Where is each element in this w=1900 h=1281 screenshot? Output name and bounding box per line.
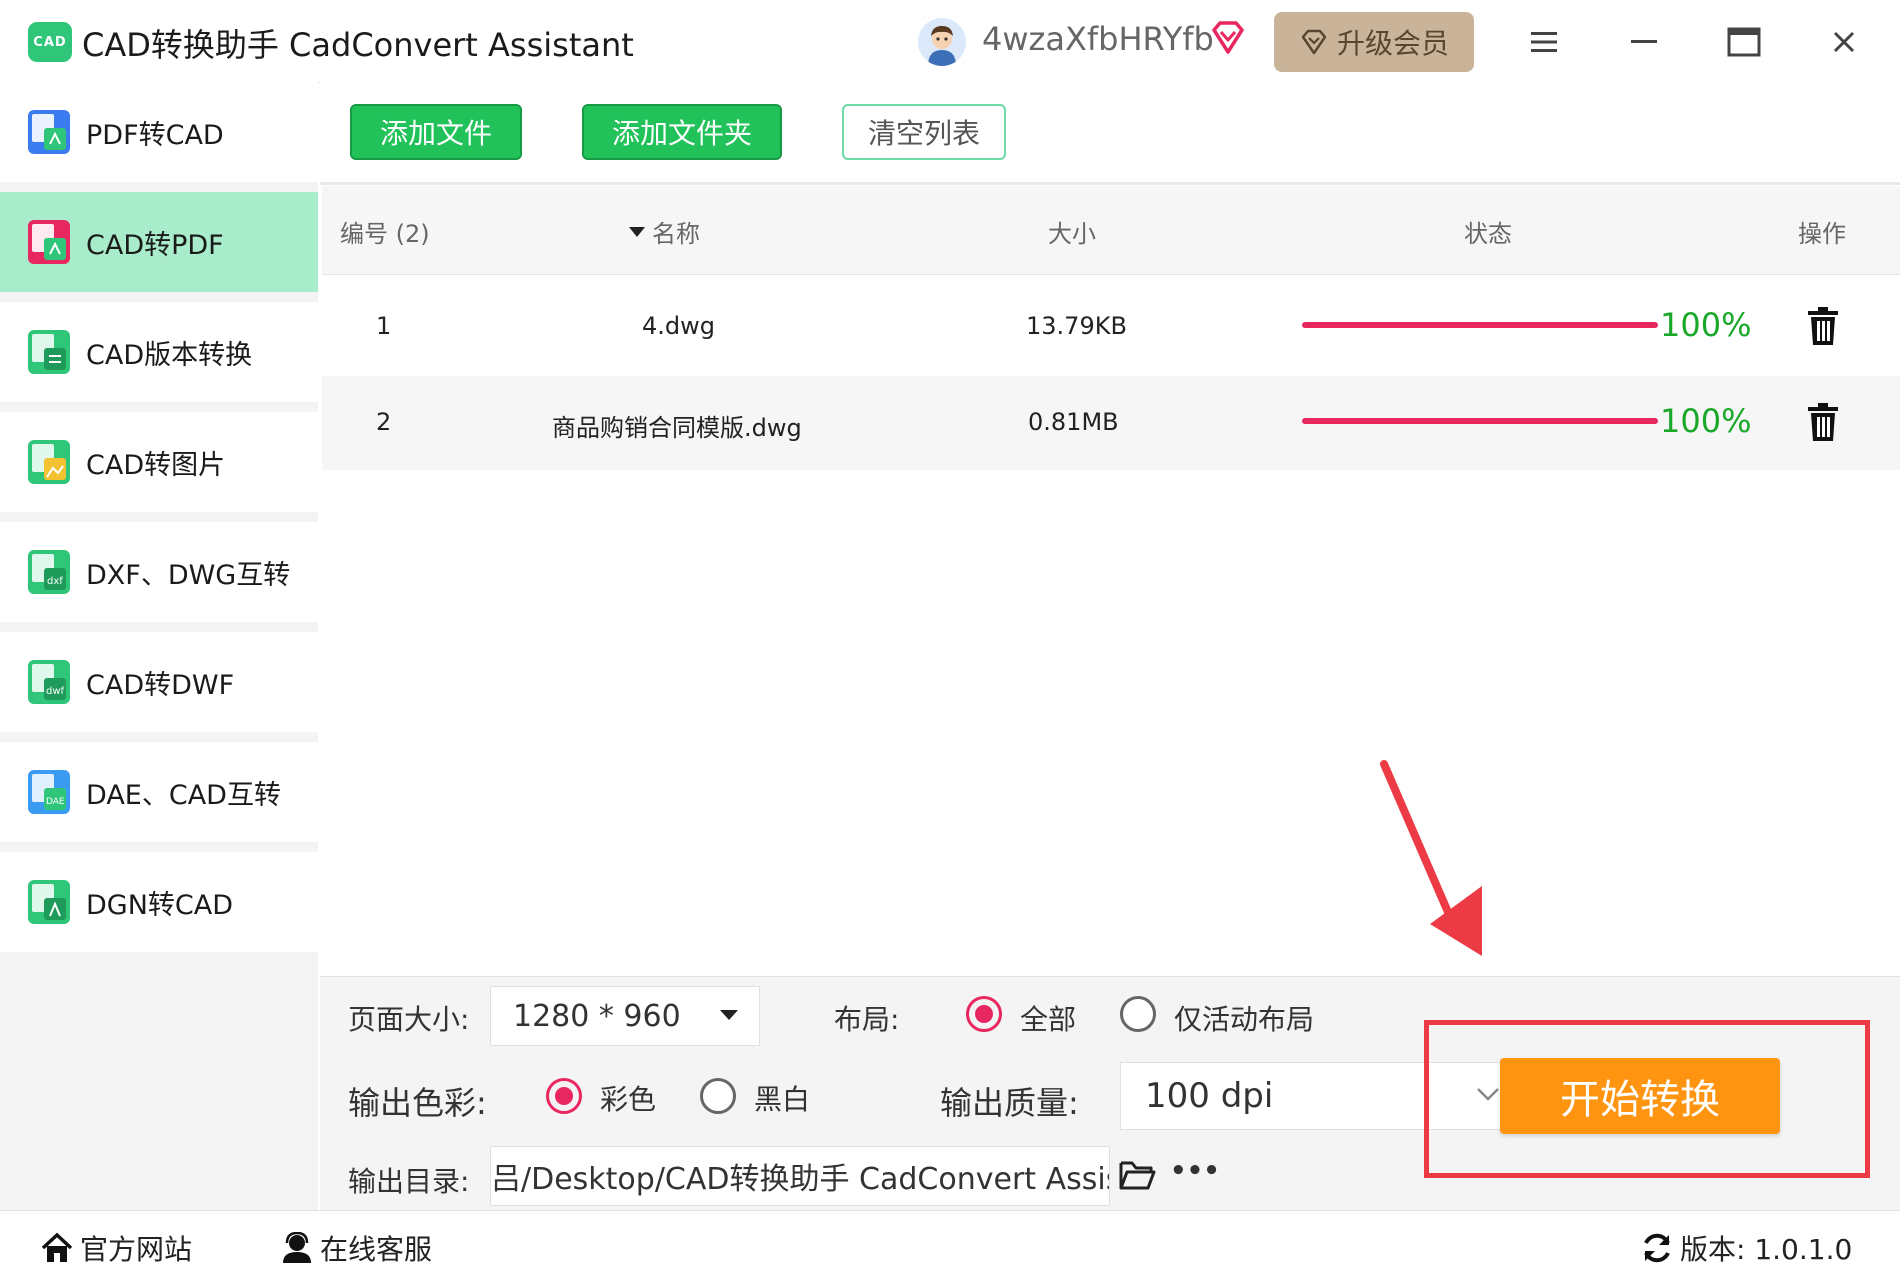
table-header (322, 186, 1900, 275)
chevron-down-icon (720, 1010, 738, 1020)
cad-to-image-icon (28, 440, 70, 484)
layout-all-radio[interactable] (966, 996, 1002, 1032)
output-dir-label: 输出目录: (348, 1165, 470, 1198)
row-file-name: 商品购销合同模版.dwg (552, 414, 802, 442)
output-color-label: 输出色彩: (348, 1084, 487, 1122)
sidebar: PDF转CAD CAD转PDF CAD版本转换 CAD转图片 dxf DXF、D… (0, 82, 318, 1210)
color-bw-label[interactable]: 黑白 (754, 1078, 810, 1118)
app-logo: CAD (28, 22, 72, 62)
column-header-status: 状态 (1464, 220, 1512, 248)
sidebar-item-label: CAD转PDF (86, 229, 224, 261)
cad-to-pdf-icon (28, 220, 70, 264)
menu-icon[interactable] (1522, 20, 1566, 64)
username[interactable]: 4wzaXfbHRYfb (982, 20, 1214, 58)
svg-text:dwf: dwf (46, 686, 65, 697)
sidebar-item-dgn-to-cad[interactable]: DGN转CAD (0, 852, 318, 952)
progress-bar (1302, 322, 1658, 328)
column-header-name[interactable]: 名称 (628, 214, 700, 249)
version-info[interactable]: 版本: 1.0.1.0 (1640, 1228, 1852, 1268)
clear-list-button[interactable]: 清空列表 (842, 104, 1006, 160)
color-color-label[interactable]: 彩色 (600, 1078, 656, 1118)
vip-diamond-icon (1301, 29, 1327, 55)
sidebar-item-cad-to-pdf[interactable]: CAD转PDF (0, 192, 318, 292)
online-support-label: 在线客服 (320, 1233, 433, 1266)
dgn-to-cad-icon (28, 880, 70, 924)
color-color-radio[interactable] (546, 1078, 582, 1114)
delete-trash-icon[interactable] (1806, 402, 1840, 442)
dae-cad-icon: DAE (28, 770, 70, 814)
sidebar-item-label: CAD转图片 (86, 449, 226, 481)
column-header-name-label: 名称 (652, 220, 700, 248)
color-bw-radio[interactable] (700, 1078, 736, 1114)
sidebar-item-cad-to-dwf[interactable]: dwf CAD转DWF (0, 632, 318, 732)
upgrade-vip-button[interactable]: 升级会员 (1274, 12, 1474, 72)
output-quality-label: 输出质量: (940, 1084, 1079, 1122)
toolbar (320, 82, 1900, 185)
upgrade-label: 升级会员 (1336, 27, 1449, 60)
sidebar-item-cad-to-image[interactable]: CAD转图片 (0, 412, 318, 512)
column-header-number[interactable]: 编号 (2) (340, 214, 430, 249)
quality-value: 100 dpi (1145, 1076, 1274, 1116)
version-label: 版本: 1.0.1.0 (1680, 1233, 1853, 1266)
row-file-size: 0.81MB (1028, 408, 1119, 436)
page-size-label: 页面大小: (348, 1003, 470, 1036)
online-support-link[interactable]: 在线客服 (280, 1228, 432, 1268)
close-icon[interactable] (1822, 20, 1866, 64)
svg-text:DAE: DAE (46, 797, 65, 807)
sidebar-item-dae-cad[interactable]: DAE DAE、CAD互转 (0, 742, 318, 842)
sidebar-item-label: DXF、DWG互转 (86, 559, 291, 591)
dxf-dwg-icon: dxf (28, 550, 70, 594)
sort-down-icon (629, 226, 645, 237)
home-icon (41, 1232, 73, 1262)
progress-percent: 100% (1660, 306, 1752, 344)
sidebar-item-label: CAD版本转换 (86, 339, 253, 371)
page-size-value: 1280 * 960 (513, 998, 681, 1034)
maximize-icon[interactable] (1722, 20, 1766, 64)
add-folder-button[interactable]: 添加文件夹 (582, 104, 782, 160)
layout-active-radio[interactable] (1120, 996, 1156, 1032)
minimize-icon[interactable] (1622, 20, 1666, 64)
more-options-icon[interactable]: ••• (1170, 1156, 1220, 1186)
output-dir-value: 吕/Desktop/CAD转换助手 CadConvert Assistant (491, 1162, 1109, 1197)
svg-text:dxf: dxf (47, 576, 63, 587)
row-number: 2 (376, 408, 392, 436)
folder-open-icon[interactable] (1118, 1158, 1156, 1192)
progress-bar (1302, 418, 1658, 424)
layout-active-label[interactable]: 仅活动布局 (1174, 998, 1314, 1038)
user-avatar[interactable] (918, 18, 966, 66)
sidebar-item-pdf-to-cad[interactable]: PDF转CAD (0, 82, 318, 182)
sidebar-item-label: DGN转CAD (86, 889, 234, 921)
sidebar-item-label: PDF转CAD (86, 119, 224, 151)
annotation-arrow (1380, 760, 1482, 956)
column-header-action: 操作 (1798, 220, 1846, 248)
customer-service-icon (283, 1232, 311, 1263)
official-website-link[interactable]: 官方网站 (40, 1228, 192, 1268)
page-size-select[interactable]: 1280 * 960 (490, 986, 760, 1046)
cad-to-dwf-icon: dwf (28, 660, 70, 704)
row-file-size: 13.79KB (1026, 312, 1127, 340)
output-dir-input[interactable]: 吕/Desktop/CAD转换助手 CadConvert Assistant (490, 1146, 1110, 1206)
sidebar-item-cad-version[interactable]: CAD版本转换 (0, 302, 318, 402)
official-website-label: 官方网站 (80, 1233, 193, 1266)
column-header-size[interactable]: 大小 (1048, 214, 1096, 249)
pdf-to-cad-icon (28, 110, 70, 154)
row-file-name: 4.dwg (642, 312, 715, 340)
cad-version-icon (28, 330, 70, 374)
app-title: CAD转换助手 CadConvert Assistant (82, 26, 634, 64)
refresh-icon (1644, 1233, 1670, 1263)
layout-label: 布局: (834, 1003, 900, 1036)
sidebar-item-dxf-dwg[interactable]: dxf DXF、DWG互转 (0, 522, 318, 622)
progress-percent: 100% (1660, 402, 1752, 440)
layout-all-label[interactable]: 全部 (1020, 998, 1076, 1038)
sidebar-item-label: CAD转DWF (86, 669, 235, 701)
delete-trash-icon[interactable] (1806, 306, 1840, 346)
start-convert-button[interactable]: 开始转换 (1500, 1058, 1780, 1134)
row-number: 1 (376, 312, 392, 340)
vip-diamond-icon (1208, 18, 1248, 58)
add-file-button[interactable]: 添加文件 (350, 104, 522, 160)
sidebar-item-label: DAE、CAD互转 (86, 779, 281, 811)
